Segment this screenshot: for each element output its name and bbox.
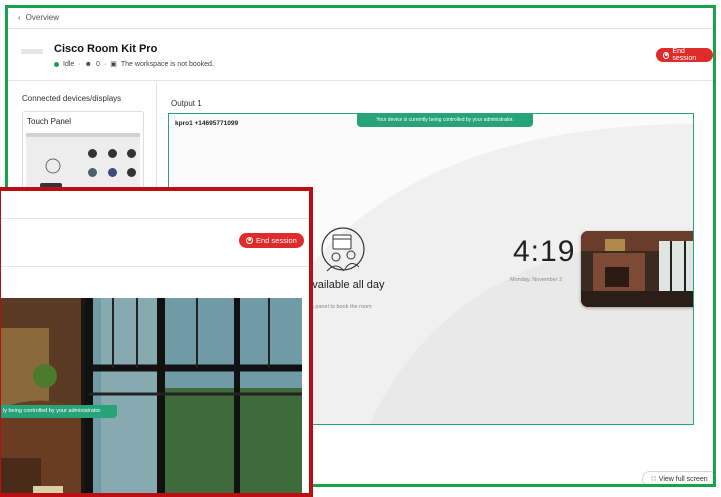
divider [1,218,309,219]
person-calendar-icon [321,227,365,272]
people-icon: ☻ [84,60,93,68]
expand-icon: ∷ [651,476,656,483]
admin-control-banner: Your device is currently being controlle… [357,114,533,127]
calendar-icon: ▣ [110,61,117,68]
back-link[interactable]: ‹ Overview [18,13,59,22]
status-text: Idle [63,60,75,68]
device-image [21,49,43,54]
touch-panel-button-icon [127,168,136,177]
clock-date: Monday, November 2 [510,277,563,283]
booking-status: The workspace is not booked. [120,60,214,68]
call-id: kpro1 +14695771099 [175,120,239,127]
zoomed-room-image [1,298,302,493]
stop-icon: ■ [663,51,670,59]
output-label: Output 1 [171,99,202,108]
separator: · [78,60,81,68]
divider [1,266,309,267]
touch-panel-button-icon [88,168,97,177]
chevron-left-icon: ‹ [18,13,21,22]
view-full-screen-button[interactable]: ∷ View full screen [642,471,713,484]
sidebar-title: Connected devices/displays [22,94,122,103]
touch-panel-button-icon [108,149,117,158]
booking-hint: uch panel to book the room [305,304,372,310]
back-label: Overview [25,13,60,22]
device-name: Cisco Room Kit Pro [54,43,158,55]
panel-label: Touch Panel [27,117,72,126]
zoomed-camera-feed: ly being controlled by your administrato… [1,298,302,493]
view-full-screen-label: View full screen [658,475,708,483]
touch-panel-button-icon [108,168,117,177]
zoomed-session-window: ■ End session ly being controlled by you… [0,187,313,497]
divider [8,28,713,29]
clock-time: 4:19 [513,235,576,268]
admin-control-banner: ly being controlled by your administrato… [1,405,117,418]
room-camera-image [581,231,693,307]
separator: · [103,60,107,68]
stop-icon: ■ [246,237,253,244]
end-session-button[interactable]: ■ End session [239,233,304,248]
end-session-button[interactable]: ■ End session [656,48,713,62]
end-session-label: End session [672,48,697,62]
status-dot-icon [54,61,59,67]
divider [8,80,713,81]
touch-panel-button-icon [127,149,136,158]
self-view-camera [581,231,693,307]
people-count: 0 [96,60,100,68]
end-session-label: End session [256,236,297,245]
touch-panel-button-icon [88,149,97,158]
status-row: Idle · ☻ 0 · ▣ The workspace is not book… [54,60,214,68]
